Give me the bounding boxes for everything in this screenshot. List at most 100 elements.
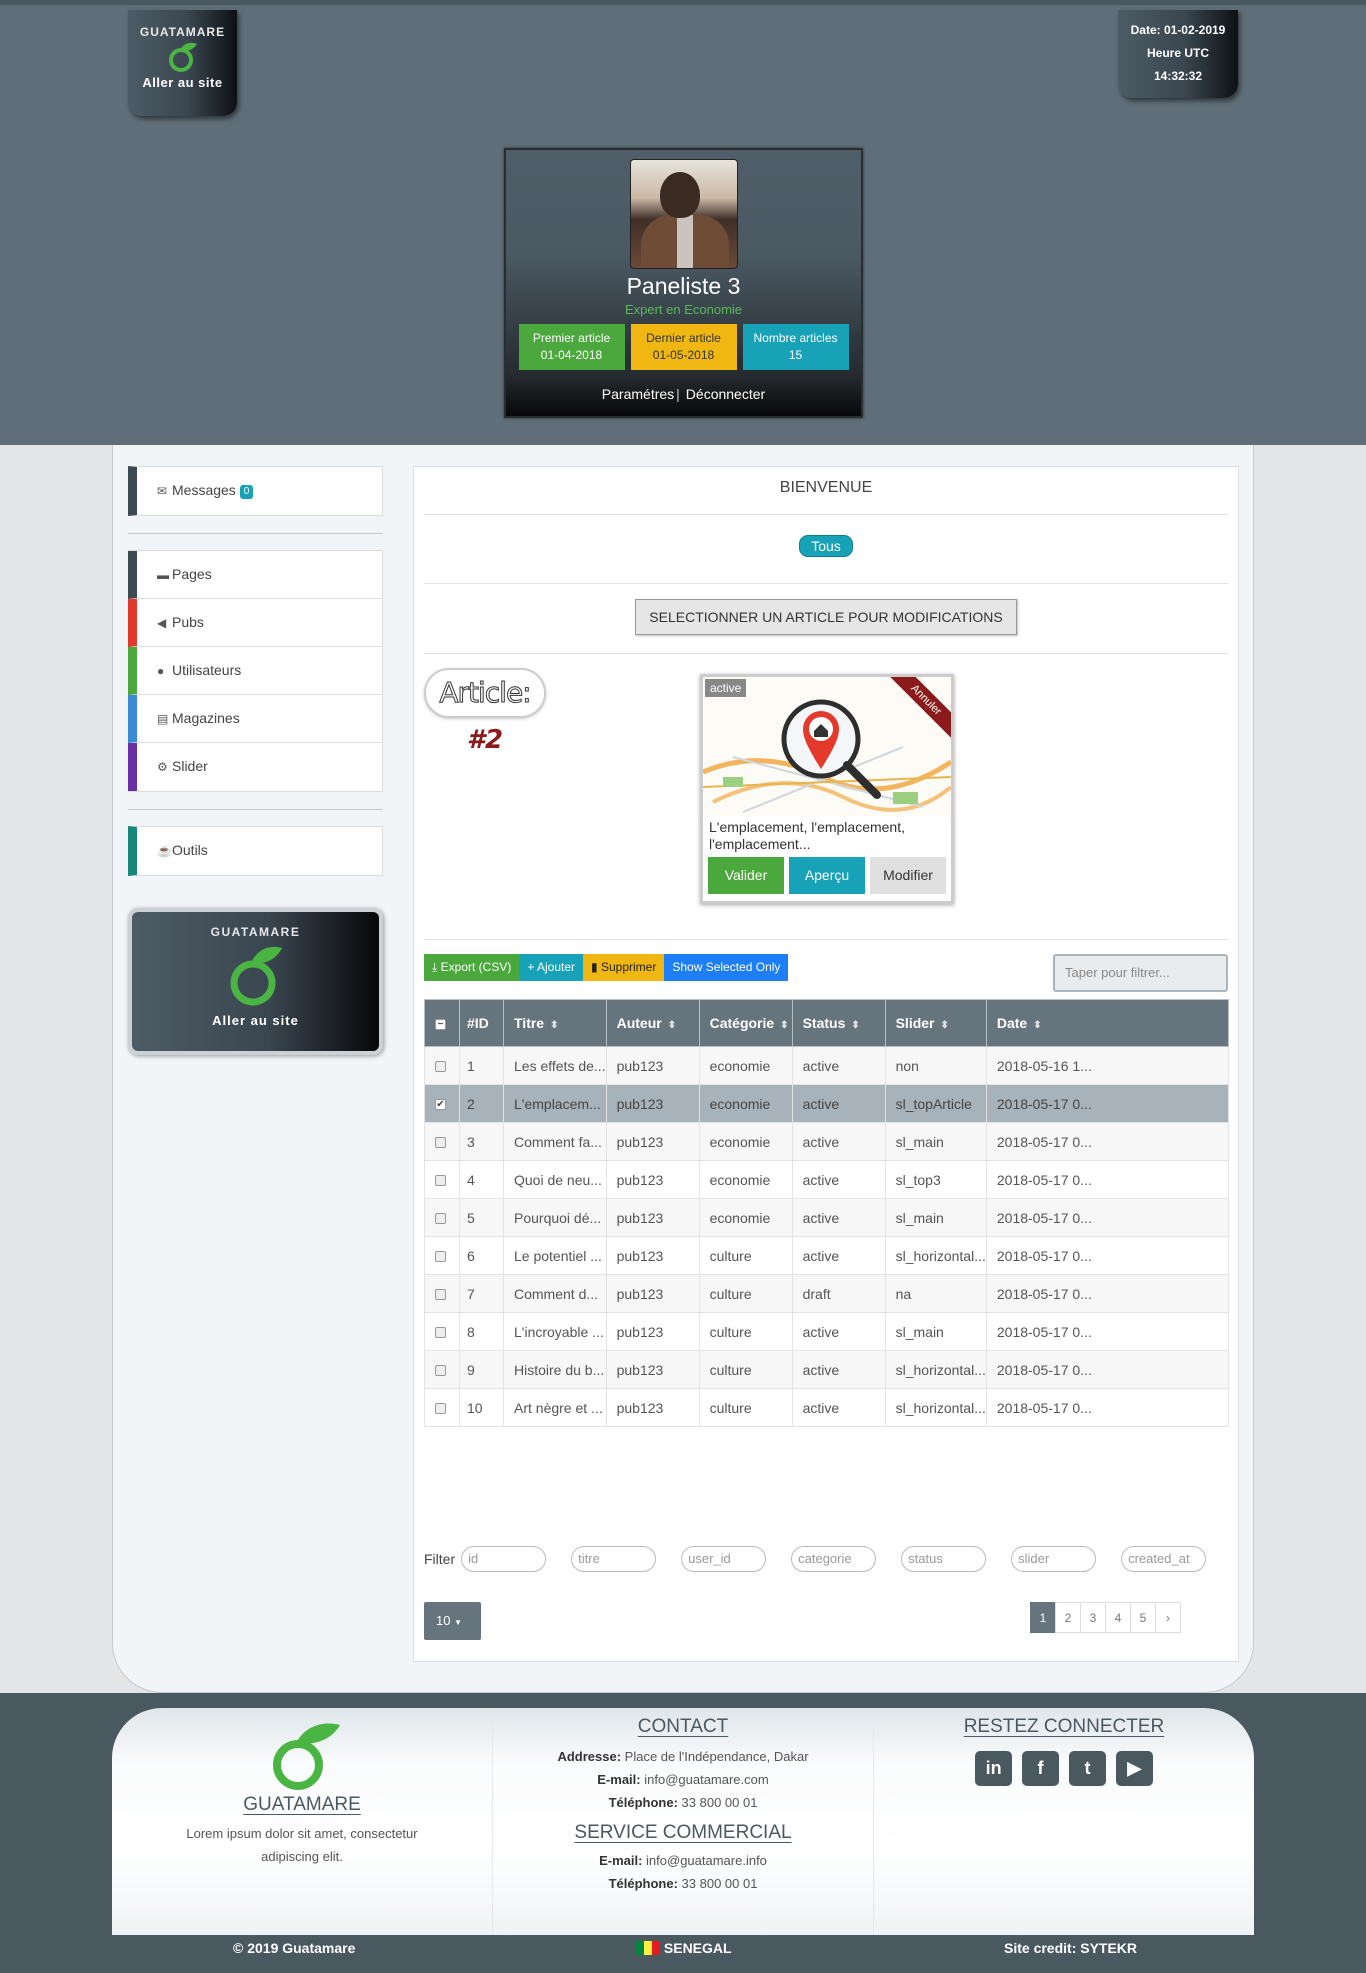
table-row[interactable]: ✔ 2 L'emplacem... pub123 economie active sl_to…	[424, 1084, 1230, 1123]
table-row[interactable]: 5 Pourquoi dé... pub123 economie active sl_ma…	[424, 1198, 1230, 1237]
cell-status: active	[791, 1198, 886, 1237]
table-search-input[interactable]: Taper pour filtrer...	[1053, 954, 1228, 992]
edit-button[interactable]: Modifier	[870, 857, 946, 894]
col-titre[interactable]: Titre ⬍	[503, 999, 607, 1047]
sidebar-item-messages[interactable]: ✉ Messages 0	[137, 467, 382, 515]
logout-link[interactable]: Déconnecter	[686, 386, 765, 402]
email-value[interactable]: info@guatamare.info	[646, 1853, 767, 1868]
delete-button[interactable]: ▮ Supprimer	[583, 954, 665, 981]
leaf-logo-icon	[168, 42, 197, 72]
linkedin-icon[interactable]: in	[975, 1751, 1013, 1786]
table-row[interactable]: 8 L'incroyable ... pub123 culture active sl_m…	[424, 1312, 1230, 1351]
preview-button[interactable]: Aperçu	[789, 857, 865, 894]
row-checkbox[interactable]	[424, 1046, 460, 1085]
validate-button[interactable]: Valider	[708, 857, 784, 894]
col-categorie[interactable]: Catégorie ⬍	[698, 999, 793, 1047]
page-link[interactable]: 1	[1030, 1602, 1056, 1633]
checkbox-icon[interactable]	[435, 1327, 446, 1339]
senegal-flag-icon	[636, 1941, 660, 1955]
page-link[interactable]: 5	[1130, 1602, 1156, 1633]
article-thumbnail: active Annuler	[703, 677, 951, 817]
sidebar-divider	[128, 809, 383, 810]
select-article-button[interactable]: SELECTIONNER UN ARTICLE POUR MODIFICATIO…	[635, 599, 1017, 635]
col-auteur[interactable]: Auteur ⬍	[605, 999, 700, 1047]
article-excerpt: L'emplacement, l'emplacement, l'emplacem…	[709, 819, 905, 852]
row-checkbox[interactable]	[424, 1122, 460, 1161]
card-status-badge: active	[705, 679, 747, 697]
next-page-link[interactable]: ›	[1155, 1602, 1181, 1633]
checkbox-icon[interactable]	[435, 1365, 446, 1377]
page-link[interactable]: 2	[1055, 1602, 1081, 1633]
sidebar-item-pages[interactable]: ▬ Pages	[128, 551, 382, 599]
twitter-icon[interactable]: t	[1068, 1751, 1106, 1786]
col-label: #ID	[467, 1015, 489, 1031]
col-date[interactable]: Date ⬍	[985, 999, 1230, 1047]
col-id[interactable]: #ID	[459, 999, 504, 1047]
row-checkbox[interactable]	[424, 1160, 460, 1199]
caret-down-icon: ▼	[454, 1618, 463, 1627]
filter-titre-input[interactable]: titre	[571, 1546, 657, 1572]
stat-value: 01-04-2018	[540, 348, 603, 362]
envelope-icon: ✉	[157, 484, 168, 498]
filter-id-input[interactable]: id	[461, 1546, 547, 1572]
filter-slider-input[interactable]: slider	[1011, 1546, 1097, 1572]
youtube-icon[interactable]: ▶	[1115, 1751, 1153, 1786]
facebook-icon[interactable]: f	[1022, 1751, 1060, 1786]
filter-date-input[interactable]: created_at	[1121, 1546, 1207, 1572]
table-row[interactable]: 6 Le potentiel ... pub123 culture active sl_h…	[424, 1236, 1230, 1275]
cell-categorie: economie	[698, 1046, 793, 1085]
page-link[interactable]: 4	[1105, 1602, 1131, 1633]
row-checkbox[interactable]: ✔	[424, 1084, 460, 1123]
checkbox-icon[interactable]	[435, 1289, 446, 1301]
settings-link[interactable]: Paramétres	[602, 386, 674, 402]
checkbox-icon[interactable]	[435, 1137, 446, 1149]
sidebar-item-users[interactable]: ● Utilisateurs	[128, 647, 382, 695]
select-all-checkbox[interactable]: −	[424, 999, 460, 1047]
add-button[interactable]: + Ajouter	[519, 954, 584, 981]
filter-all-button[interactable]: Tous	[799, 535, 853, 557]
cell-status: active	[791, 1046, 886, 1085]
table-row[interactable]: 1 Les effets de... pub123 economie active non…	[424, 1046, 1230, 1085]
row-checkbox[interactable]	[424, 1312, 460, 1351]
email-value[interactable]: info@guatamare.com	[644, 1772, 768, 1787]
table-row[interactable]: 10 Art nègre et ... pub123 culture active sl_…	[424, 1388, 1230, 1427]
article-number: #2	[466, 725, 504, 755]
sidebar-site-banner[interactable]: GUATAMARE Aller au site	[128, 908, 383, 1055]
filter-user-input[interactable]: user_id	[681, 1546, 767, 1572]
table-row[interactable]: 4 Quoi de neu... pub123 economie active sl_to…	[424, 1160, 1230, 1199]
table-row[interactable]: 9 Histoire du b... pub123 culture active sl_h…	[424, 1350, 1230, 1389]
cell-slider: sl_topArticle	[884, 1084, 987, 1123]
row-checkbox[interactable]	[424, 1350, 460, 1389]
checkbox-icon[interactable]	[435, 1175, 446, 1187]
sidebar-item-magazines[interactable]: ▤ Magazines	[128, 695, 382, 743]
page-size-dropdown[interactable]: 10 ▼	[424, 1602, 481, 1640]
checkbox-icon[interactable]	[435, 1213, 446, 1225]
show-selected-button[interactable]: Show Selected Only	[664, 954, 789, 981]
export-csv-button[interactable]: ⤓ Export (CSV)	[424, 954, 520, 981]
row-checkbox[interactable]	[424, 1388, 460, 1427]
sidebar-item-pubs[interactable]: ◀ Pubs	[128, 599, 382, 647]
site-logo-link[interactable]: GUATAMARE Aller au site	[128, 10, 237, 116]
sidebar-tools-box: ☕Outils	[128, 826, 383, 876]
checkbox-icon[interactable]	[435, 1251, 446, 1263]
header-banner: GUATAMARE Aller au site Date: 01-02-2019…	[0, 0, 1366, 445]
table-row[interactable]: 3 Comment fa... pub123 economie active sl_mai…	[424, 1122, 1230, 1161]
checked-checkbox-icon[interactable]: ✔	[435, 1099, 446, 1111]
footer-brand[interactable]: GUATAMARE	[243, 1794, 361, 1816]
row-checkbox[interactable]	[424, 1198, 460, 1237]
col-status[interactable]: Status ⬍	[791, 999, 886, 1047]
filter-status-input[interactable]: status	[901, 1546, 987, 1572]
col-slider[interactable]: Slider ⬍	[884, 999, 987, 1047]
checkbox-icon[interactable]	[435, 1403, 446, 1415]
row-checkbox[interactable]	[424, 1236, 460, 1275]
filter-categorie-input[interactable]: categorie	[791, 1546, 877, 1572]
table-row[interactable]: 7 Comment d... pub123 culture draft na 2018-05…	[424, 1274, 1230, 1313]
sidebar-item-slider[interactable]: ⚙ Slider	[128, 743, 382, 791]
page-link[interactable]: 3	[1080, 1602, 1106, 1633]
country: SENEGAL	[636, 1940, 732, 1956]
checkbox-icon[interactable]	[435, 1061, 446, 1073]
sidebar-item-tools[interactable]: ☕Outils	[137, 827, 382, 875]
stat-first-article: Premier article 01-04-2018	[518, 324, 625, 370]
row-checkbox[interactable]	[424, 1274, 460, 1313]
profile-role: Expert en Economie	[624, 302, 743, 317]
